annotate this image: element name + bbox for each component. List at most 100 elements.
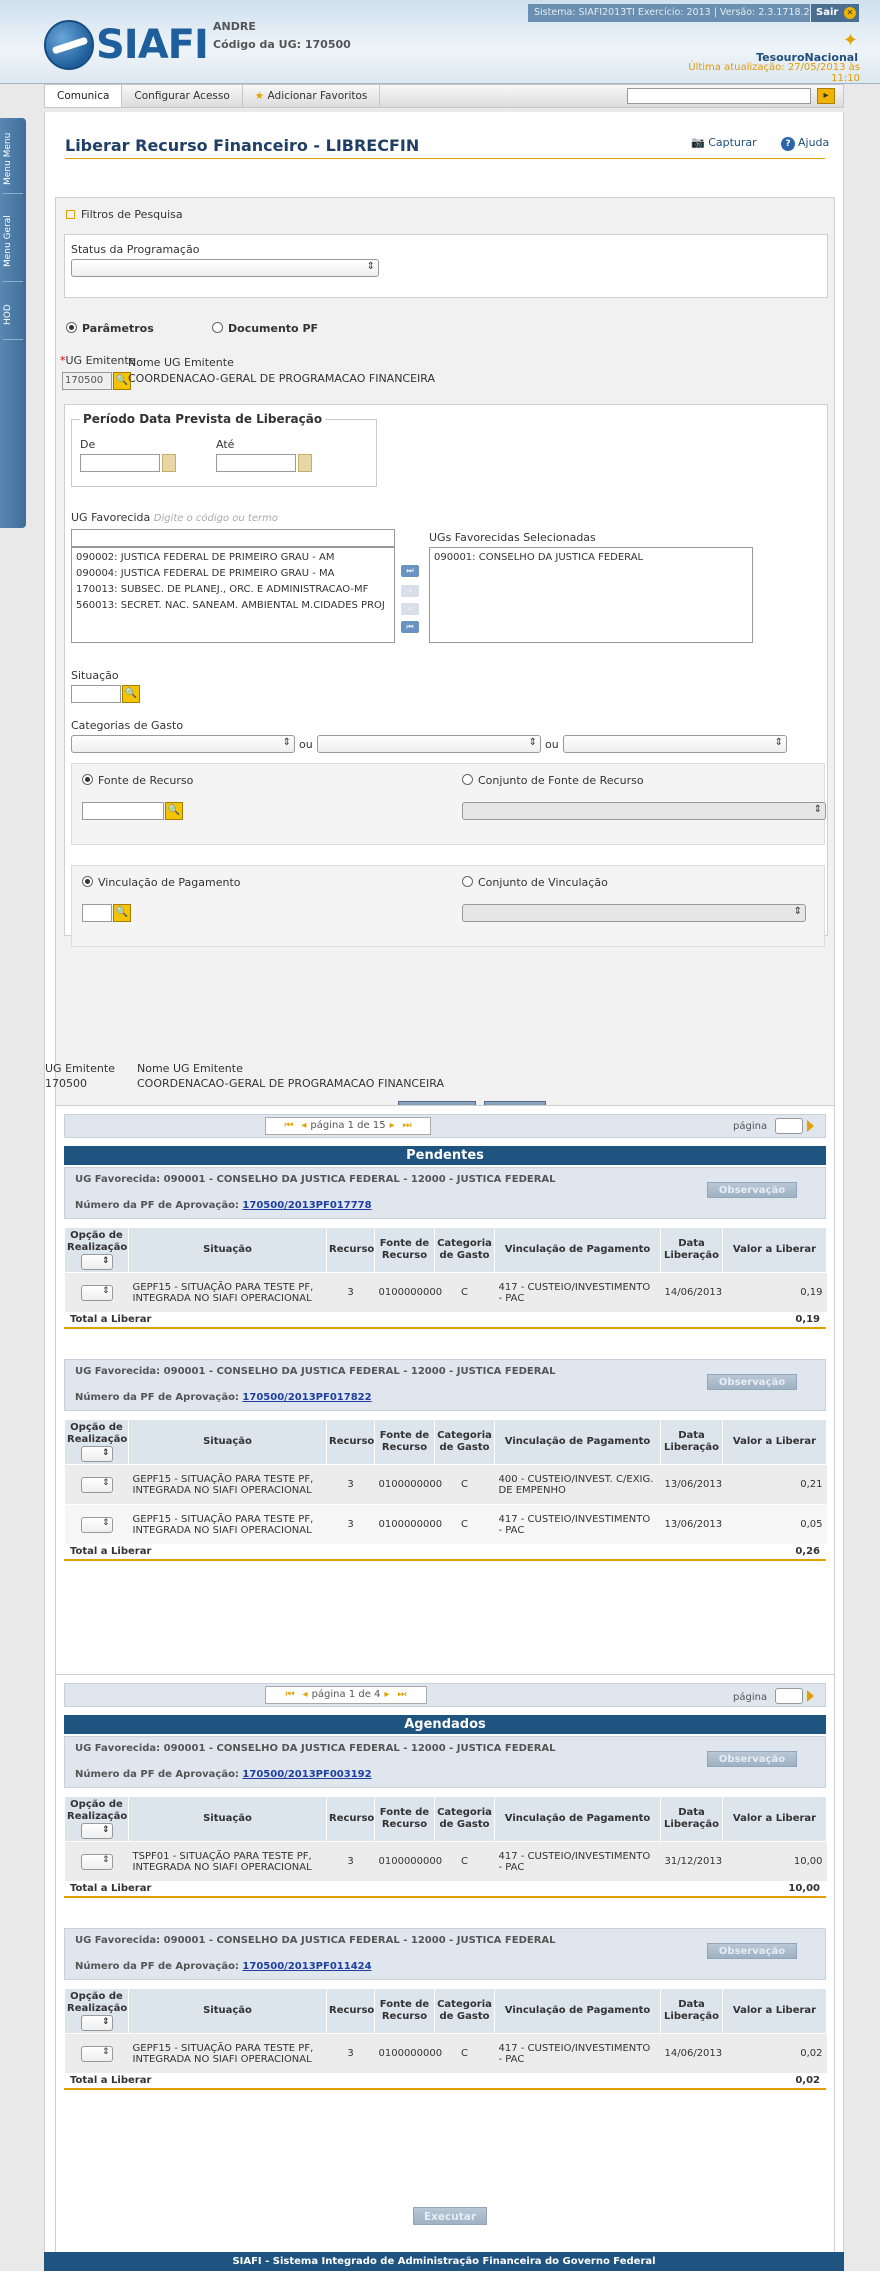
move-right-button[interactable]: ›	[401, 585, 419, 597]
conj-fonte-select[interactable]	[462, 802, 826, 820]
opcao-select-all[interactable]	[80, 1446, 113, 1462]
situacao-search[interactable]: 🔍	[122, 685, 140, 703]
last-page-icon[interactable]: ⏭	[397, 1689, 406, 1700]
radio-parametros[interactable]: Parâmetros	[66, 322, 154, 335]
list-item[interactable]: 560013: SECRET. NAC. SANEAM. AMBIENTAL M…	[76, 598, 390, 614]
vinc-input[interactable]	[82, 904, 112, 922]
pager[interactable]: ⏮ ◂página 1 de 4▸ ⏭	[265, 1686, 427, 1704]
move-left-button[interactable]: ‹	[401, 603, 419, 615]
opcao-select[interactable]	[80, 1284, 113, 1301]
opcao-select[interactable]	[80, 1476, 113, 1493]
vinc-search[interactable]: 🔍	[113, 904, 131, 922]
categoria-select-3[interactable]	[563, 735, 787, 753]
ate-input[interactable]	[216, 454, 296, 472]
radio-fonte[interactable]: Fonte de Recurso	[82, 774, 193, 787]
side-tab-menu-geral[interactable]: Menu Geral	[3, 202, 23, 282]
radio-conj-fonte[interactable]: Conjunto de Fonte de Recurso	[462, 774, 644, 787]
logo-text: SIAFI	[96, 22, 209, 68]
first-page-icon[interactable]: ⏮	[286, 1689, 295, 1700]
tab-comunica[interactable]: Comunica	[45, 85, 123, 107]
observacao-button[interactable]: Observação	[707, 1751, 797, 1767]
side-tab-menu[interactable]: Menu Menu	[3, 124, 23, 194]
ug-fav-list[interactable]: 090002: JUSTICA FEDERAL DE PRIMEIRO GRAU…	[71, 547, 395, 643]
calendar-icon[interactable]	[298, 454, 312, 472]
search-icon: 🔍	[115, 907, 129, 918]
column-header: Fonte de Recurso	[374, 1988, 435, 2034]
list-item[interactable]: 090001: CONSELHO DA JUSTICA FEDERAL	[434, 550, 748, 566]
categoria-cell: C	[434, 1841, 495, 1882]
go-page-icon[interactable]	[807, 1690, 814, 1702]
prev-page-icon[interactable]: ◂	[301, 1120, 306, 1131]
categoria-select-1[interactable]	[71, 735, 295, 753]
next-page-icon[interactable]: ▸	[390, 1120, 395, 1131]
capture-button[interactable]: 📷 Capturar	[691, 136, 757, 149]
move-all-right-button[interactable]: ⏭	[401, 565, 419, 577]
pf-link[interactable]: 170500/2013PF017822	[242, 1392, 371, 1403]
categoria-cell: C	[434, 1464, 495, 1505]
move-all-left-button[interactable]: ⏮	[401, 621, 419, 633]
observacao-button[interactable]: Observação	[707, 1943, 797, 1959]
page-input[interactable]	[775, 1118, 803, 1134]
menu-search-button[interactable]: ▸	[817, 88, 835, 104]
pf-link[interactable]: 170500/2013PF017778	[242, 1200, 371, 1211]
fonte-cell: 0100000000	[374, 1504, 442, 1545]
list-item[interactable]: 170013: SUBSEC. DE PLANEJ., ORC. E ADMIN…	[76, 582, 390, 598]
side-menu: Menu Menu Menu Geral HOD	[0, 118, 26, 528]
opcao-select[interactable]	[80, 2045, 113, 2062]
pf-link[interactable]: 170500/2013PF011424	[242, 1961, 371, 1972]
observacao-button[interactable]: Observação	[707, 1374, 797, 1390]
ug-fav-header: UG Favorecida: 090001 - CONSELHO DA JUST…	[64, 1736, 826, 1788]
prev-page-icon[interactable]: ◂	[303, 1689, 308, 1700]
column-header-label: Situação	[203, 1436, 252, 1447]
opcao-select[interactable]	[80, 1516, 113, 1533]
filters-panel: Filtros de Pesquisa Status da Programaçã…	[55, 197, 835, 1134]
fonte-cell: 0100000000	[374, 1841, 442, 1882]
radio-icon	[82, 876, 93, 887]
ug-emitente-input[interactable]: 170500	[62, 372, 112, 390]
fonte-input[interactable]	[82, 802, 164, 820]
fonte-search[interactable]: 🔍	[165, 802, 183, 820]
list-item[interactable]: 090004: JUSTICA FEDERAL DE PRIMEIRO GRAU…	[76, 566, 390, 582]
radio-documento-pf[interactable]: Documento PF	[212, 322, 318, 335]
situacao-input[interactable]	[71, 685, 121, 703]
opcao-select-all[interactable]	[80, 2015, 113, 2031]
radio-conj-vinc[interactable]: Conjunto de Vinculação	[462, 876, 608, 889]
categoria-select-2[interactable]	[317, 735, 541, 753]
column-header-label: Categoria de Gasto	[437, 1999, 492, 2022]
next-page-icon[interactable]: ▸	[384, 1689, 389, 1700]
status-select[interactable]	[71, 259, 379, 277]
last-page-icon[interactable]: ⏭	[403, 1120, 412, 1131]
search-icon: 🔍	[124, 688, 138, 699]
exit-button[interactable]: Sair ✕	[811, 4, 859, 22]
de-label: De	[80, 438, 96, 451]
radio-fonte-label: Fonte de Recurso	[98, 774, 194, 787]
pf-link[interactable]: 170500/2013PF003192	[242, 1769, 371, 1780]
table-row: GEPF15 - SITUAÇÃO PARA TESTE PF, INTEGRA…	[64, 1272, 827, 1313]
opcao-select[interactable]	[80, 1853, 113, 1870]
pager[interactable]: ⏮ ◂ página 1 de 15 ▸ ⏭	[265, 1117, 431, 1135]
conj-vinc-select[interactable]	[462, 904, 806, 922]
filters-toggle[interactable]: Filtros de Pesquisa	[66, 208, 183, 221]
list-item[interactable]: 090002: JUSTICA FEDERAL DE PRIMEIRO GRAU…	[76, 550, 390, 566]
opcao-select-all[interactable]	[80, 1823, 113, 1839]
observacao-button[interactable]: Observação	[707, 1182, 797, 1198]
go-page-icon[interactable]	[807, 1120, 814, 1132]
table-row: GEPF15 - SITUAÇÃO PARA TESTE PF, INTEGRA…	[64, 2033, 827, 2074]
radio-vinc[interactable]: Vinculação de Pagamento	[82, 876, 241, 889]
help-button[interactable]: ? Ajuda	[781, 136, 829, 151]
de-input[interactable]	[80, 454, 160, 472]
calendar-icon[interactable]	[162, 454, 176, 472]
menu-search-input[interactable]	[627, 88, 811, 104]
tab-adicionar-favoritos[interactable]: ★ Adicionar Favoritos	[243, 85, 381, 107]
executar-button[interactable]: Executar	[413, 2207, 487, 2225]
tab-configurar-acesso[interactable]: Configurar Acesso	[122, 85, 243, 107]
recurso-cell: 3	[326, 1504, 375, 1545]
page-input[interactable]	[775, 1688, 803, 1704]
ug-fav-input[interactable]	[71, 529, 395, 547]
situacao-cell: TSPF01 - SITUAÇÃO PARA TESTE PF, INTEGRA…	[128, 1841, 327, 1882]
side-tab-hod[interactable]: HOD	[3, 290, 23, 340]
ug-sel-list[interactable]: 090001: CONSELHO DA JUSTICA FEDERAL	[429, 547, 753, 643]
tesouro-logo: ✦ TesouroNacional	[742, 30, 858, 64]
opcao-select-all[interactable]	[80, 1254, 113, 1270]
first-page-icon[interactable]: ⏮	[284, 1120, 293, 1131]
